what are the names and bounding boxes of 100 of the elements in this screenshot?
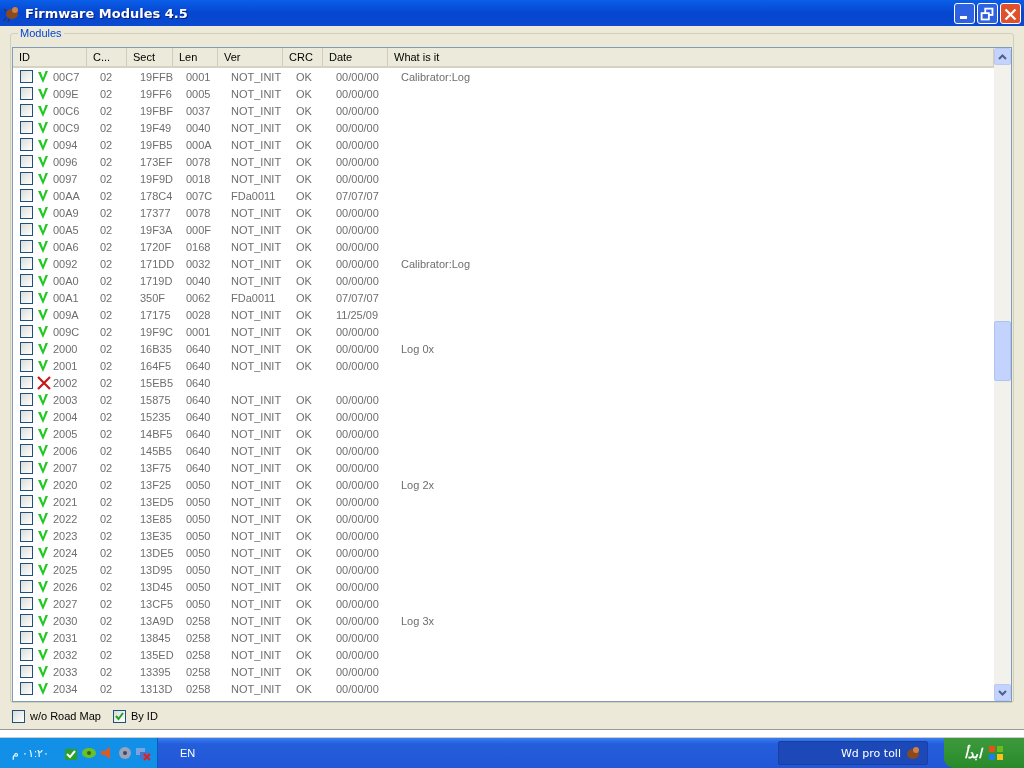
table-cell-text: NOT_INIT <box>230 427 283 440</box>
language-indicator[interactable]: EN <box>180 747 196 759</box>
table-cell-text: 02 <box>99 393 114 406</box>
column-header[interactable]: Len <box>173 48 218 66</box>
row-checkbox[interactable] <box>20 444 33 457</box>
option-checkbox[interactable] <box>112 709 126 723</box>
table-cell-text: 0094 <box>53 138 79 151</box>
column-header[interactable]: C... <box>87 48 127 66</box>
vertical-scrollbar[interactable] <box>994 48 1011 701</box>
row-checkbox[interactable] <box>20 376 33 389</box>
table-cell-text: 17175 <box>139 308 172 321</box>
table-cell-text: 00/00/00 <box>335 597 380 610</box>
row-checkbox[interactable] <box>20 427 33 440</box>
table-cell-text: 19F9C <box>139 325 175 338</box>
table-cell-text: NOT_INIT <box>230 563 283 576</box>
table-cell-text: OK <box>295 665 313 678</box>
row-checkbox[interactable] <box>20 172 33 185</box>
row-checkbox[interactable] <box>20 291 33 304</box>
row-checkbox[interactable] <box>20 257 33 270</box>
column-header[interactable]: Date <box>323 48 388 66</box>
table-cell-text: NOT_INIT <box>230 410 283 423</box>
table-cell-text: 02 <box>99 87 114 100</box>
table-cell-text: 0258 <box>185 648 212 661</box>
table-cell-text: NOT_INIT <box>230 104 283 117</box>
row-checkbox[interactable] <box>20 665 33 678</box>
table-cell-text: 13E85 <box>139 512 173 525</box>
restore-button[interactable] <box>977 2 998 24</box>
row-checkbox[interactable] <box>20 138 33 151</box>
row-checkbox[interactable] <box>20 410 33 423</box>
close-button[interactable] <box>1000 2 1021 24</box>
table-cell-text: 02 <box>99 631 114 644</box>
row-checkbox[interactable] <box>20 206 33 219</box>
table-cell-text: NOT_INIT <box>230 682 283 695</box>
scroll-down-button[interactable] <box>994 684 1011 701</box>
table-cell-text: 350F <box>139 291 167 304</box>
bug-icon <box>3 4 21 22</box>
minimize-button[interactable] <box>954 2 975 24</box>
table-cell-text: 2033 <box>53 665 79 678</box>
row-checkbox[interactable] <box>20 325 33 338</box>
row-checkbox[interactable] <box>20 189 33 202</box>
chevron-up-icon <box>998 53 1007 60</box>
row-checkbox[interactable] <box>20 87 33 100</box>
scroll-thumb[interactable] <box>994 321 1011 381</box>
table-cell-text: 19FFB <box>139 70 174 83</box>
table-cell-text: 2020 <box>53 478 79 491</box>
start-button[interactable]: ابدأ <box>944 738 1024 768</box>
table-cell-text: 00A9 <box>53 206 80 219</box>
row-checkbox[interactable] <box>20 546 33 559</box>
row-checkbox[interactable] <box>20 478 33 491</box>
table-cell-text: 173EF <box>139 155 174 168</box>
table-cell-text: 00/00/00 <box>335 240 380 253</box>
option-checkbox[interactable] <box>12 709 25 723</box>
row-checkbox[interactable] <box>20 104 33 117</box>
row-checkbox[interactable] <box>20 682 33 695</box>
table-cell-text: 0040 <box>185 121 212 134</box>
table-cell-text: OK <box>295 274 313 287</box>
column-header[interactable]: ID <box>13 48 87 66</box>
column-header[interactable]: Ver <box>218 48 283 66</box>
row-checkbox[interactable] <box>20 393 33 406</box>
table-cell-text: 02 <box>99 665 114 678</box>
taskbar-button[interactable]: Wd pro toll <box>778 741 928 765</box>
table-cell-text: NOT_INIT <box>230 308 283 321</box>
table-cell-text: 02 <box>99 274 114 287</box>
table-cell-text: NOT_INIT <box>230 546 283 559</box>
row-checkbox[interactable] <box>20 359 33 372</box>
row-checkbox[interactable] <box>20 155 33 168</box>
table-cell-text: Calibrator:Log <box>400 70 472 83</box>
row-checkbox[interactable] <box>20 70 33 83</box>
row-checkbox[interactable] <box>20 529 33 542</box>
table-cell-text: NOT_INIT <box>230 614 283 627</box>
table-cell-text: 0050 <box>185 563 212 576</box>
row-checkbox[interactable] <box>20 240 33 253</box>
row-checkbox[interactable] <box>20 563 33 576</box>
table-cell-text: 164F5 <box>139 359 173 372</box>
disc-icon[interactable] <box>117 745 134 761</box>
table-cell-text: NOT_INIT <box>230 359 283 372</box>
table-cell-text: 19F49 <box>139 121 173 134</box>
table-cell-text: OK <box>295 206 313 219</box>
row-checkbox[interactable] <box>20 495 33 508</box>
table-cell-text: 15875 <box>139 393 172 406</box>
row-checkbox[interactable] <box>20 121 33 134</box>
row-checkbox[interactable] <box>20 580 33 593</box>
row-checkbox[interactable] <box>20 342 33 355</box>
row-checkbox[interactable] <box>20 631 33 644</box>
row-checkbox[interactable] <box>20 461 33 474</box>
column-header[interactable]: Sect <box>127 48 173 66</box>
row-checkbox[interactable] <box>20 648 33 661</box>
table-cell-text: 2000 <box>53 342 79 355</box>
row-checkbox[interactable] <box>20 223 33 236</box>
table-cell-text: 009C <box>53 325 81 338</box>
table-cell-text: NOT_INIT <box>230 70 283 83</box>
row-checkbox[interactable] <box>20 308 33 321</box>
column-header[interactable]: CRC <box>283 48 323 66</box>
row-checkbox[interactable] <box>20 597 33 610</box>
scroll-up-button[interactable] <box>994 48 1011 65</box>
row-checkbox[interactable] <box>20 614 33 627</box>
table-cell-text: 13D95 <box>139 563 174 576</box>
row-checkbox[interactable] <box>20 512 33 525</box>
row-checkbox[interactable] <box>20 274 33 287</box>
table-cell-text: OK <box>295 342 313 355</box>
